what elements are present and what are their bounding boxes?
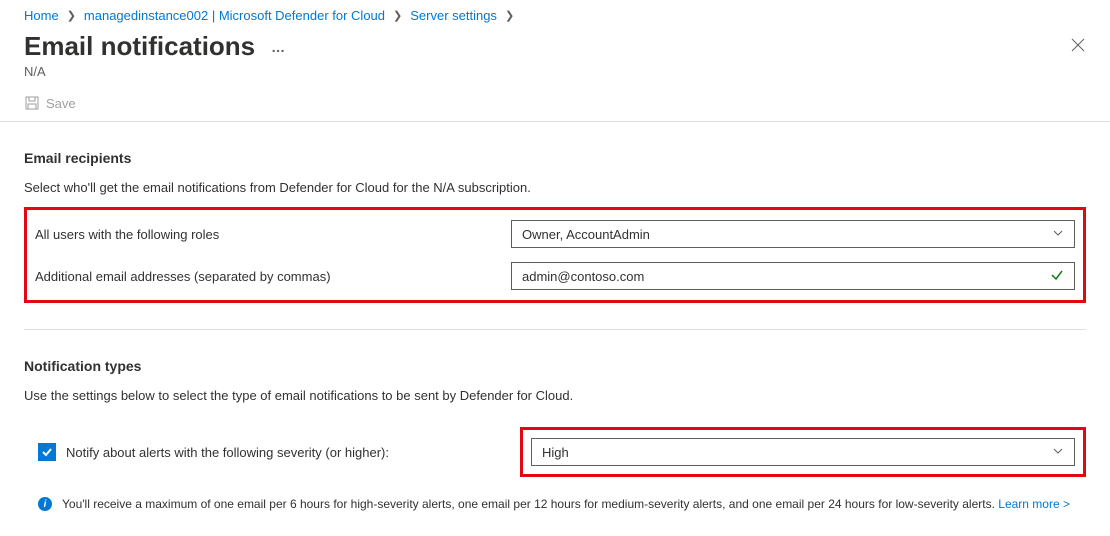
highlight-recipients: All users with the following roles Owner… [24,207,1086,303]
checkmark-icon [1050,268,1064,285]
highlight-severity: High [520,427,1086,477]
select-roles-value: Owner, AccountAdmin [522,227,650,242]
info-text: You'll receive a maximum of one email pe… [62,497,995,511]
breadcrumb-home[interactable]: Home [24,8,59,23]
input-emails-value: admin@contoso.com [522,269,644,284]
checkbox-severity[interactable] [38,443,56,461]
section-desc-notifications: Use the settings below to select the typ… [24,388,1086,403]
close-icon[interactable] [1070,37,1086,56]
save-label: Save [46,96,76,111]
chevron-right-icon: ❯ [393,9,402,22]
section-title-recipients: Email recipients [24,150,1086,166]
row-severity: Notify about alerts with the following s… [24,427,1086,477]
page-subtitle: N/A [0,62,1110,79]
select-severity-value: High [542,445,569,460]
info-row: i You'll receive a maximum of one email … [24,497,1086,511]
toolbar: Save [0,79,1110,122]
breadcrumb-server-settings[interactable]: Server settings [410,8,497,23]
page-header: Email notifications … [0,27,1110,62]
info-icon: i [38,497,52,511]
select-severity[interactable]: High [531,438,1075,466]
label-roles: All users with the following roles [35,227,495,242]
chevron-down-icon [1052,445,1064,460]
chevron-down-icon [1052,227,1064,242]
input-emails[interactable]: admin@contoso.com [511,262,1075,290]
learn-more-link[interactable]: Learn more > [998,497,1070,511]
save-icon [24,95,40,111]
divider [24,329,1086,330]
chevron-right-icon: ❯ [505,9,514,22]
more-actions-icon[interactable]: … [271,39,286,55]
section-desc-recipients: Select who'll get the email notification… [24,180,1086,195]
label-severity: Notify about alerts with the following s… [66,445,389,460]
page-title: Email notifications [24,31,255,62]
label-emails: Additional email addresses (separated by… [35,269,495,284]
select-roles[interactable]: Owner, AccountAdmin [511,220,1075,248]
row-roles: All users with the following roles Owner… [35,220,1075,248]
section-title-notifications: Notification types [24,358,1086,374]
chevron-right-icon: ❯ [67,9,76,22]
save-button[interactable]: Save [24,95,76,111]
breadcrumb: Home ❯ managedinstance002 | Microsoft De… [0,0,1110,27]
breadcrumb-instance[interactable]: managedinstance002 | Microsoft Defender … [84,8,385,23]
row-emails: Additional email addresses (separated by… [35,262,1075,290]
